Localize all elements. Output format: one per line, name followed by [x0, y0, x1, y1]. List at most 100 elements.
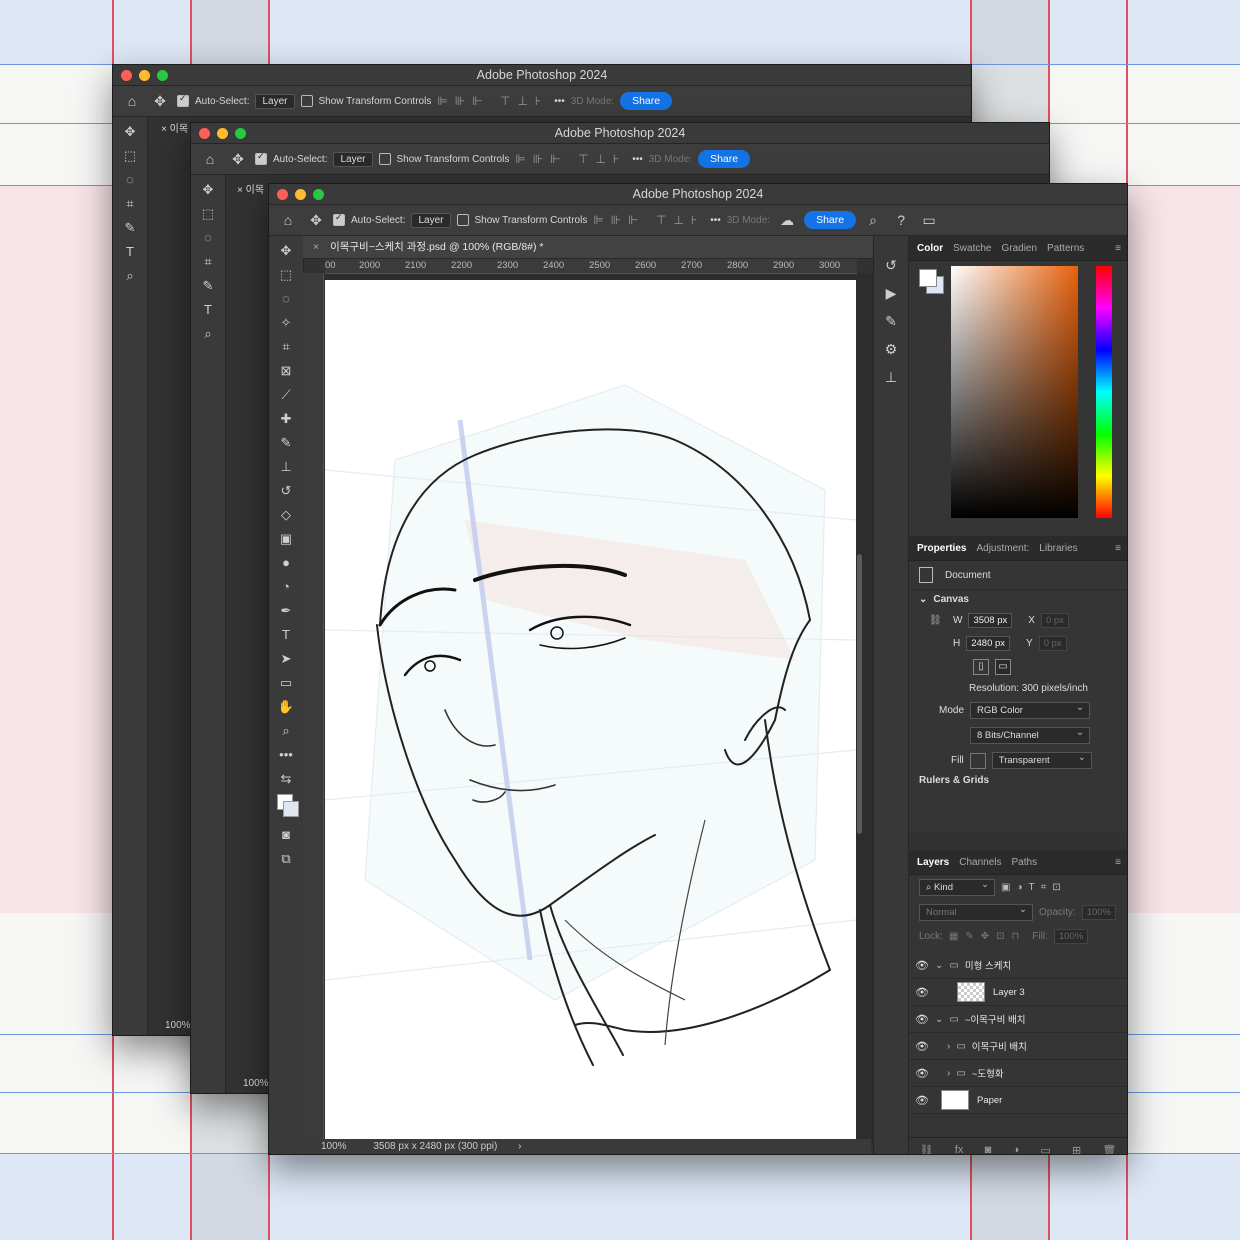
close-button[interactable]: [121, 70, 132, 81]
type-tool-icon[interactable]: T: [197, 301, 219, 319]
fx-icon[interactable]: fx: [955, 1144, 964, 1154]
height-field[interactable]: 2480 px: [966, 636, 1011, 651]
auto-select-checkbox[interactable]: [333, 212, 345, 226]
screen-mode-icon[interactable]: ⧉: [275, 850, 297, 868]
auto-select-dropdown[interactable]: Layer: [333, 151, 373, 167]
history-icon[interactable]: ↺: [880, 256, 902, 274]
link-layers-icon[interactable]: ⛓: [920, 1144, 934, 1155]
zoom-button[interactable]: [157, 70, 168, 81]
path-select-tool-icon[interactable]: ➤: [275, 650, 297, 668]
quick-mask-icon[interactable]: ◙: [275, 826, 297, 844]
share-button[interactable]: Share: [620, 92, 673, 110]
lasso-tool-icon[interactable]: ◌: [275, 290, 297, 308]
mode-dropdown[interactable]: RGB Color: [970, 702, 1091, 719]
hand-tool-icon[interactable]: ✋: [275, 698, 297, 716]
tab-swatches[interactable]: Swatche: [953, 243, 991, 254]
gradient-tool-icon[interactable]: ▣: [275, 530, 297, 548]
move-tool-icon[interactable]: ✥: [305, 212, 327, 229]
move-tool-icon[interactable]: ✥: [149, 93, 171, 110]
search-icon[interactable]: ⌕: [862, 212, 884, 229]
status-chevron-icon[interactable]: ›: [518, 1141, 521, 1152]
landscape-orientation-icon[interactable]: ▭: [995, 659, 1011, 675]
panel-menu-icon[interactable]: ≡: [1115, 857, 1121, 868]
document-canvas[interactable]: [325, 280, 856, 1139]
fill-dropdown[interactable]: Transparent: [991, 752, 1092, 769]
panel-menu-icon[interactable]: ≡: [1115, 243, 1121, 254]
zoom-button[interactable]: [235, 128, 246, 139]
more-tools-icon[interactable]: •••: [275, 746, 297, 764]
minimize-button[interactable]: [217, 128, 228, 139]
photoshop-window-front[interactable]: Adobe Photoshop 2024 ⌂ ✥ Auto-Select: La…: [268, 183, 1128, 1155]
share-button[interactable]: Share: [804, 211, 857, 229]
align-icons[interactable]: ⊫⊪⊩ ⊤⊥⊦: [593, 213, 704, 227]
opacity-field[interactable]: 100%: [1081, 905, 1116, 920]
crop-tool-icon[interactable]: ⌗: [197, 253, 219, 271]
auto-select-dropdown[interactable]: Layer: [411, 212, 451, 228]
rectangle-tool-icon[interactable]: ▭: [275, 674, 297, 692]
tab-adjustments[interactable]: Adjustment:: [976, 543, 1029, 554]
lasso-tool-icon[interactable]: ◌: [197, 229, 219, 247]
layer-fill-field[interactable]: 100%: [1053, 929, 1089, 944]
portrait-orientation-icon[interactable]: ▯: [973, 659, 989, 675]
marquee-tool-icon[interactable]: ⬚: [197, 205, 219, 223]
add-mask-icon[interactable]: ◙: [985, 1144, 992, 1154]
fill-swatch[interactable]: [969, 752, 986, 769]
lasso-tool-icon[interactable]: ◌: [119, 171, 141, 189]
more-options-icon[interactable]: •••: [554, 96, 565, 107]
help-icon[interactable]: ?: [890, 212, 912, 228]
brush-tool-icon[interactable]: ✎: [275, 434, 297, 452]
move-tool-icon[interactable]: ✥: [275, 242, 297, 260]
visibility-eye-icon[interactable]: 👁: [909, 986, 935, 999]
zoom-button[interactable]: [313, 189, 324, 200]
chevron-down-icon[interactable]: ⌄: [935, 960, 943, 971]
zoom-level[interactable]: 100%: [321, 1141, 347, 1152]
title-bar[interactable]: Adobe Photoshop 2024: [269, 184, 1127, 205]
kind-filter-dropdown[interactable]: ⌕ Kind: [919, 879, 995, 896]
history-brush-icon[interactable]: ↺: [275, 482, 297, 500]
layer-row[interactable]: 👁 Layer 3: [909, 979, 1127, 1006]
close-button[interactable]: [199, 128, 210, 139]
title-bar[interactable]: Adobe Photoshop 2024: [113, 65, 971, 86]
adjustments-icon[interactable]: ⚙: [880, 340, 902, 358]
visibility-eye-icon[interactable]: 👁: [909, 959, 935, 972]
actions-play-icon[interactable]: ▶: [880, 284, 902, 302]
blur-tool-icon[interactable]: ●: [275, 554, 297, 572]
auto-select-dropdown[interactable]: Layer: [255, 93, 295, 109]
tab-channels[interactable]: Channels: [959, 857, 1001, 868]
chevron-down-icon[interactable]: ⌄: [919, 594, 927, 605]
blend-mode-dropdown[interactable]: Normal: [919, 904, 1033, 921]
foreground-color-swatch[interactable]: [919, 269, 937, 287]
filter-icons[interactable]: ▣◑T⌗⊡: [1001, 882, 1067, 893]
visibility-eye-icon[interactable]: 👁: [909, 1013, 935, 1026]
move-tool-icon[interactable]: ✥: [227, 151, 249, 168]
rulers-grids-section[interactable]: Rulers & Grids: [909, 773, 1127, 787]
auto-select-checkbox[interactable]: [177, 93, 189, 107]
zoom-tool-icon[interactable]: ⌕: [275, 722, 297, 740]
show-transform-checkbox[interactable]: [378, 153, 391, 165]
workspace-icon[interactable]: ▭: [918, 212, 940, 229]
document-tab[interactable]: × 이목: [161, 120, 188, 135]
type-tool-icon[interactable]: T: [275, 626, 297, 644]
brush-settings-icon[interactable]: ✎: [880, 312, 902, 330]
color-swatches-icon[interactable]: [275, 794, 299, 820]
brush-tool-icon[interactable]: ✎: [197, 277, 219, 295]
chevron-right-icon[interactable]: ›: [947, 1041, 950, 1052]
visibility-eye-icon[interactable]: 👁: [909, 1094, 935, 1107]
hue-slider[interactable]: [1096, 266, 1112, 518]
color-picker-field[interactable]: [951, 266, 1078, 518]
pen-tool-icon[interactable]: ✒: [275, 602, 297, 620]
eyedropper-tool-icon[interactable]: ⟋: [275, 386, 297, 404]
minimize-button[interactable]: [295, 189, 306, 200]
marquee-tool-icon[interactable]: ⬚: [119, 147, 141, 165]
tab-color[interactable]: Color: [917, 243, 943, 254]
quick-select-tool-icon[interactable]: ✧: [275, 314, 297, 332]
minimize-button[interactable]: [139, 70, 150, 81]
clone-source-icon[interactable]: ⊥: [880, 368, 902, 386]
dodge-tool-icon[interactable]: ◔: [275, 578, 297, 596]
tab-paths[interactable]: Paths: [1012, 857, 1038, 868]
vertical-scrollbar[interactable]: [857, 554, 862, 834]
frame-tool-icon[interactable]: ⊠: [275, 362, 297, 380]
link-icon[interactable]: ⛓: [929, 615, 947, 626]
eraser-tool-icon[interactable]: ◇: [275, 506, 297, 524]
tab-layers[interactable]: Layers: [917, 857, 949, 868]
